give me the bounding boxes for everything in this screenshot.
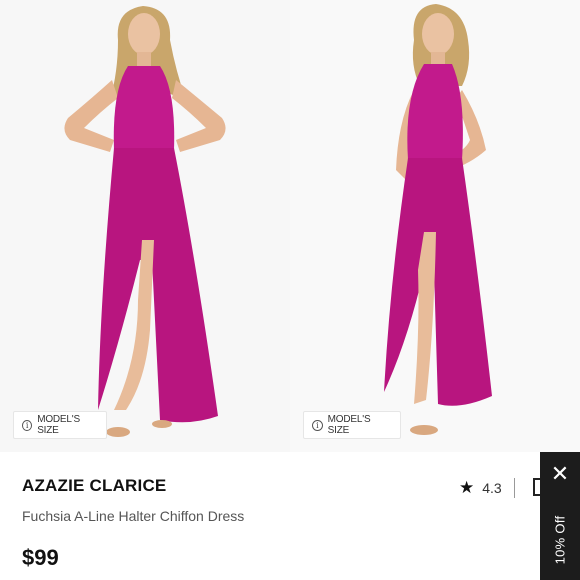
info-icon: i — [312, 419, 323, 431]
rating-value: 4.3 — [482, 480, 502, 496]
product-price: $99 — [22, 545, 59, 570]
rating-divider — [513, 478, 515, 498]
product-rating[interactable]: ★ 4.3 — [459, 478, 515, 498]
product-image-front[interactable] — [0, 0, 290, 452]
info-icon: i — [22, 419, 33, 431]
models-size-button[interactable]: i MODEL'S SIZE — [13, 411, 107, 439]
models-size-button[interactable]: i MODEL'S SIZE — [303, 411, 401, 439]
model-figure-front — [64, 6, 226, 437]
product-subtitle: Fuchsia A-Line Halter Chiffon Dress — [22, 508, 245, 524]
product-brand-title[interactable]: AZAZIE CLARICE — [22, 476, 166, 496]
models-size-label: MODEL'S SIZE — [37, 414, 80, 436]
product-image-side[interactable] — [290, 0, 580, 452]
star-icon: ★ — [459, 478, 475, 498]
close-icon[interactable]: ✕ — [540, 464, 580, 486]
promo-label[interactable]: 10% Off — [553, 516, 568, 565]
models-size-label: MODEL'S SIZE — [327, 414, 371, 436]
model-figure-side — [384, 4, 492, 435]
discount-promo-tab[interactable]: ✕ 10% Off — [540, 452, 580, 580]
